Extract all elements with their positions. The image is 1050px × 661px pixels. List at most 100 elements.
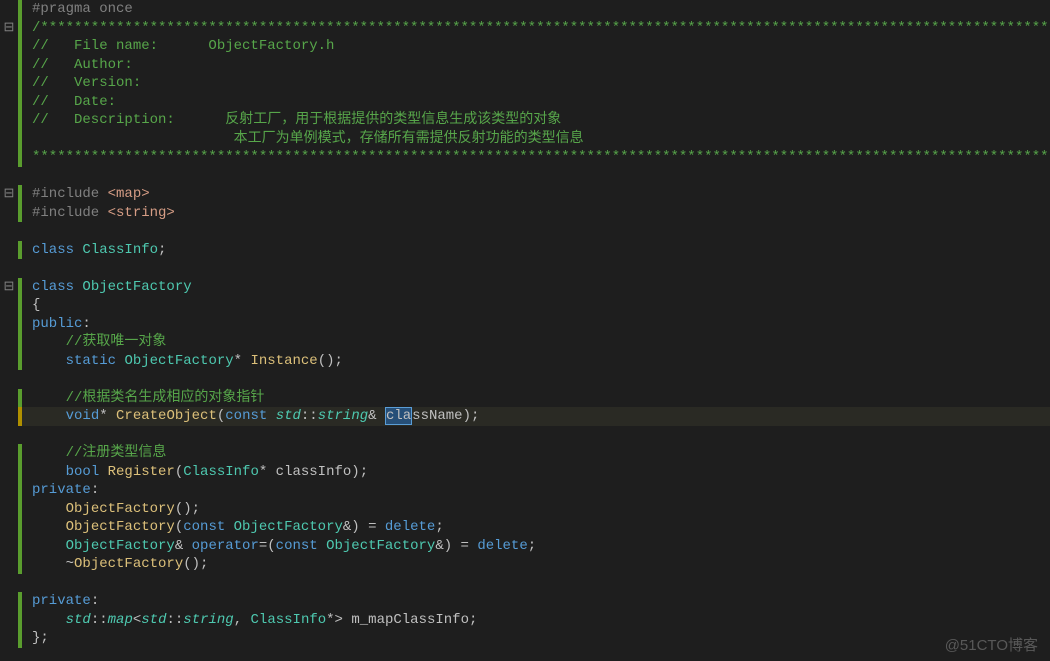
code-line[interactable] — [0, 574, 1050, 593]
code-text[interactable]: #pragma once — [26, 0, 1050, 19]
code-text[interactable]: ObjectFactory(const ObjectFactory&) = de… — [26, 518, 1050, 537]
code-line[interactable]: ObjectFactory(const ObjectFactory&) = de… — [0, 518, 1050, 537]
code-text[interactable] — [26, 259, 1050, 278]
code-line[interactable]: public: — [0, 315, 1050, 334]
gutter-cell — [0, 222, 18, 241]
gutter-cell — [0, 518, 18, 537]
code-text[interactable]: //注册类型信息 — [26, 444, 1050, 463]
change-bar — [18, 444, 26, 463]
code-text[interactable]: private: — [26, 592, 1050, 611]
code-text[interactable]: 本工厂为单例模式，存储所有需提供反射功能的类型信息 — [26, 130, 1050, 149]
code-line[interactable] — [0, 222, 1050, 241]
gutter-cell — [0, 74, 18, 93]
code-text[interactable]: // Description: 反射工厂，用于根据提供的类型信息生成该类型的对象 — [26, 111, 1050, 130]
code-text[interactable]: { — [26, 296, 1050, 315]
code-line[interactable]: private: — [0, 592, 1050, 611]
change-bar — [18, 463, 26, 482]
change-bar — [18, 537, 26, 556]
code-text[interactable]: ObjectFactory& operator=(const ObjectFac… — [26, 537, 1050, 556]
code-line[interactable]: // Description: 反射工厂，用于根据提供的类型信息生成该类型的对象 — [0, 111, 1050, 130]
code-text[interactable]: /***************************************… — [26, 19, 1050, 38]
selection: cla — [385, 407, 412, 425]
code-text[interactable]: // Author: — [26, 56, 1050, 75]
code-line[interactable]: // Date: — [0, 93, 1050, 112]
change-bar — [18, 111, 26, 130]
gutter-cell — [0, 555, 18, 574]
code-text[interactable]: public: — [26, 315, 1050, 334]
code-line[interactable]: ObjectFactory& operator=(const ObjectFac… — [0, 537, 1050, 556]
gutter-cell — [0, 204, 18, 223]
code-line[interactable]: //获取唯一对象 — [0, 333, 1050, 352]
gutter-cell — [0, 93, 18, 112]
code-editor[interactable]: #pragma once ⊟ /**************************… — [0, 0, 1050, 661]
code-line[interactable]: private: — [0, 481, 1050, 500]
code-text[interactable] — [26, 222, 1050, 241]
code-line[interactable]: ⊟ /**************************************… — [0, 19, 1050, 38]
code-line[interactable] — [0, 370, 1050, 389]
code-line[interactable]: ~ObjectFactory(); — [0, 555, 1050, 574]
change-bar — [18, 518, 26, 537]
code-line[interactable]: #pragma once — [0, 0, 1050, 19]
code-text[interactable] — [26, 426, 1050, 445]
code-text[interactable]: private: — [26, 481, 1050, 500]
code-line[interactable]: // Author: — [0, 56, 1050, 75]
code-text[interactable]: }; — [26, 629, 1050, 648]
gutter-cell — [0, 481, 18, 500]
gutter-cell — [0, 574, 18, 593]
code-line[interactable]: }; — [0, 629, 1050, 648]
code-line[interactable]: //根据类名生成相应的对象指针 — [0, 389, 1050, 408]
code-line[interactable]: ⊟ #include <map> — [0, 185, 1050, 204]
change-bar — [18, 241, 26, 260]
fold-toggle-icon[interactable]: ⊟ — [0, 19, 18, 38]
code-text[interactable]: ObjectFactory(); — [26, 500, 1050, 519]
code-text[interactable]: // Date: — [26, 93, 1050, 112]
change-bar — [18, 259, 26, 278]
code-line[interactable]: bool Register(ClassInfo* classInfo); — [0, 463, 1050, 482]
gutter-cell — [0, 111, 18, 130]
code-line[interactable]: // File name: ObjectFactory.h — [0, 37, 1050, 56]
change-bar — [18, 481, 26, 500]
fold-toggle-icon[interactable]: ⊟ — [0, 185, 18, 204]
code-text[interactable]: class ObjectFactory — [26, 278, 1050, 297]
gutter-cell — [0, 592, 18, 611]
code-line[interactable]: void* CreateObject(const std::string& cl… — [0, 407, 1050, 426]
code-text[interactable]: ****************************************… — [26, 148, 1050, 167]
code-text[interactable]: bool Register(ClassInfo* classInfo); — [26, 463, 1050, 482]
code-text[interactable]: #include <map> — [26, 185, 1050, 204]
code-line[interactable]: // Version: — [0, 74, 1050, 93]
fold-toggle-icon[interactable]: ⊟ — [0, 278, 18, 297]
gutter-cell — [0, 352, 18, 371]
code-text[interactable]: // File name: ObjectFactory.h — [26, 37, 1050, 56]
gutter-cell — [0, 500, 18, 519]
code-line[interactable] — [0, 259, 1050, 278]
change-bar — [18, 204, 26, 223]
code-text[interactable]: //获取唯一对象 — [26, 333, 1050, 352]
code-text[interactable] — [26, 574, 1050, 593]
code-text[interactable]: static ObjectFactory* Instance(); — [26, 352, 1050, 371]
change-bar — [18, 352, 26, 371]
code-line[interactable] — [0, 426, 1050, 445]
code-line[interactable]: std::map<std::string, ClassInfo*> m_mapC… — [0, 611, 1050, 630]
code-line[interactable]: class ClassInfo; — [0, 241, 1050, 260]
code-line[interactable]: static ObjectFactory* Instance(); — [0, 352, 1050, 371]
code-line[interactable]: ****************************************… — [0, 148, 1050, 167]
code-text[interactable]: #include <string> — [26, 204, 1050, 223]
code-text[interactable]: void* CreateObject(const std::string& cl… — [26, 407, 1050, 426]
code-line[interactable]: //注册类型信息 — [0, 444, 1050, 463]
code-line[interactable]: { — [0, 296, 1050, 315]
code-text[interactable]: class ClassInfo; — [26, 241, 1050, 260]
gutter-cell — [0, 629, 18, 648]
code-line[interactable]: ObjectFactory(); — [0, 500, 1050, 519]
code-line[interactable]: #include <string> — [0, 204, 1050, 223]
code-text[interactable]: std::map<std::string, ClassInfo*> m_mapC… — [26, 611, 1050, 630]
code-line[interactable]: 本工厂为单例模式，存储所有需提供反射功能的类型信息 — [0, 130, 1050, 149]
code-text[interactable] — [26, 370, 1050, 389]
change-bar — [18, 500, 26, 519]
gutter-cell — [0, 56, 18, 75]
code-line[interactable] — [0, 167, 1050, 186]
code-text[interactable]: //根据类名生成相应的对象指针 — [26, 389, 1050, 408]
code-text[interactable]: // Version: — [26, 74, 1050, 93]
code-text[interactable] — [26, 167, 1050, 186]
code-text[interactable]: ~ObjectFactory(); — [26, 555, 1050, 574]
code-line[interactable]: ⊟ class ObjectFactory — [0, 278, 1050, 297]
